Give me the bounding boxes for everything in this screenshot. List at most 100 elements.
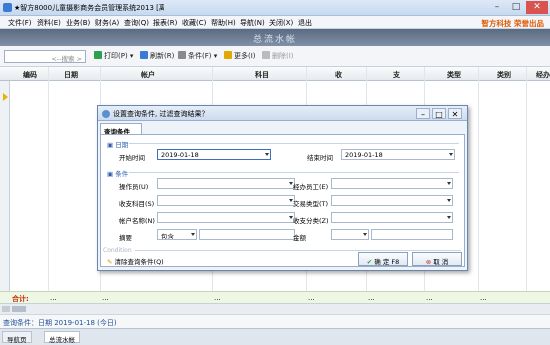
query-dialog: 设置查询条件, 过滤查询结果？ – □ ✕ 查询条件 ▣ 日期 开始时间 201…: [97, 105, 468, 271]
start-time-label: 开始时间: [119, 154, 145, 162]
print-label: 打印(P): [104, 52, 128, 60]
handler-label: 经办员工(E): [293, 183, 329, 191]
summary-row: 合计: ... ... ... ... ... ... ...: [0, 291, 550, 303]
end-time-label: 结束时间: [307, 154, 333, 162]
clear-conditions-button[interactable]: ✎ 清除查询条件(Q): [107, 256, 164, 266]
page-banner: 总流水帐: [0, 29, 550, 46]
col-code[interactable]: 编码: [23, 70, 37, 80]
grid-divider: [478, 67, 479, 291]
tab-ledger[interactable]: 总流水帐: [44, 331, 80, 344]
menu-help[interactable]: 帮助(H): [211, 18, 236, 28]
income-category-label: 收支分类(Z): [293, 217, 329, 225]
col-account[interactable]: 帐户: [141, 70, 155, 80]
chevron-down-icon: [363, 233, 367, 236]
minimize-button[interactable]: –: [488, 1, 506, 14]
close-button[interactable]: ✕: [526, 1, 548, 14]
menu-favorites[interactable]: 收藏(C): [182, 18, 206, 28]
memo-label: 摘要: [119, 234, 132, 242]
memo-input[interactable]: [199, 229, 295, 240]
col-type[interactable]: 类型: [447, 70, 461, 80]
end-date-field[interactable]: 2019-01-18: [341, 149, 455, 160]
footer-caption: Condition: [103, 247, 132, 254]
memo-mode-select[interactable]: 包含: [157, 229, 197, 240]
summary-cell: ...: [480, 294, 487, 302]
chevron-down-icon: [191, 233, 195, 236]
summary-cell: ...: [308, 294, 315, 302]
dialog-title: 设置查询条件, 过滤查询结果？: [113, 110, 209, 118]
dialog-maximize-button[interactable]: □: [432, 108, 446, 119]
print-button[interactable]: 打印(P) ▾: [94, 51, 133, 61]
refresh-icon: [140, 51, 148, 59]
dialog-minimize-button[interactable]: –: [416, 108, 430, 119]
chevron-down-icon: [449, 153, 453, 156]
income-subject-label: 收支科目(S): [119, 200, 155, 208]
income-category-select[interactable]: [331, 212, 453, 223]
grid-header: 编码 日期 帐户 科目 收 支 类型 类别 经办: [0, 67, 550, 81]
start-date-field[interactable]: 2019-01-18: [157, 149, 271, 160]
cancel-icon: ⊗: [425, 258, 432, 266]
print-icon: [94, 51, 102, 59]
ok-button[interactable]: ✔ 确 定 F8: [358, 252, 408, 266]
menu-file[interactable]: 文件(F): [8, 18, 32, 28]
col-date[interactable]: 日期: [64, 70, 78, 80]
toolbar: <--搜索 > 打印(P) ▾ 刷新(R) 条件(F) ▾ 更多(I) 删除(I…: [0, 46, 550, 67]
menu-report[interactable]: 报表(R): [153, 18, 177, 28]
dialog-close-button[interactable]: ✕: [448, 108, 462, 119]
menu-business[interactable]: 业务(B): [66, 18, 90, 28]
summary-cell: ...: [214, 294, 221, 302]
operator-select[interactable]: [157, 178, 295, 189]
income-subject-select[interactable]: [157, 195, 295, 206]
account-name-label: 帐户名称(N): [119, 217, 155, 225]
horizontal-scrollbar[interactable]: [0, 303, 550, 314]
search-input[interactable]: <--搜索 >: [4, 50, 86, 63]
scroll-left-icon[interactable]: [2, 306, 10, 312]
refresh-button[interactable]: 刷新(R): [140, 51, 174, 61]
more-label: 更多(I): [234, 52, 256, 60]
menu-data[interactable]: 资料(E): [37, 18, 61, 28]
current-row-arrow-icon: [3, 93, 8, 101]
delete-button[interactable]: 删除(I): [262, 51, 294, 61]
divider: [129, 172, 459, 173]
filter-button[interactable]: 条件(F) ▾: [178, 51, 217, 61]
clear-conditions-label: 清除查询条件(Q): [114, 258, 164, 266]
delete-label: 删除(I): [272, 52, 294, 60]
more-button[interactable]: 更多(I): [224, 51, 256, 61]
summary-cell: ...: [426, 294, 433, 302]
menu-close[interactable]: 关闭(X): [269, 18, 293, 28]
page-title: 总流水帐: [252, 35, 297, 45]
menu-finance[interactable]: 财务(A): [95, 18, 119, 28]
tab-query-conditions[interactable]: 查询条件: [100, 123, 142, 136]
chevron-down-icon: [447, 216, 451, 219]
cancel-button[interactable]: ⊗ 取 消: [412, 252, 462, 266]
maximize-button[interactable]: □: [507, 1, 525, 14]
summary-cell: ...: [368, 294, 375, 302]
account-name-select[interactable]: [157, 212, 295, 223]
col-expense[interactable]: 支: [393, 70, 400, 80]
tab-navigation[interactable]: 导航页: [2, 331, 32, 344]
handler-select[interactable]: [331, 178, 453, 189]
ok-label: 确 定 F8: [374, 258, 400, 266]
menu-query[interactable]: 查询(Q): [124, 18, 149, 28]
dialog-title-bar: 设置查询条件, 过滤查询结果？ – □ ✕: [98, 106, 467, 121]
col-category[interactable]: 类别: [497, 70, 511, 80]
amount-input[interactable]: [371, 229, 453, 240]
trade-type-select[interactable]: [331, 195, 453, 206]
col-subject[interactable]: 科目: [255, 70, 269, 80]
menu-bar: 文件(F) 资料(E) 业务(B) 财务(A) 查询(Q) 报表(R) 收藏(C…: [0, 16, 550, 29]
delete-icon: [262, 51, 270, 59]
amount-label: 金额: [293, 234, 306, 242]
status-text: 查询条件：日期 2019-01-18 (今日): [3, 319, 117, 327]
condition-section-label: 条件: [115, 170, 129, 178]
amount-operator-select[interactable]: [331, 229, 369, 240]
scroll-thumb[interactable]: [12, 306, 26, 312]
date-section-label: 日期: [115, 141, 129, 149]
menu-navigate[interactable]: 导航(N): [240, 18, 265, 28]
divider: [129, 143, 459, 144]
brand-text: 智方科技 荣誉出品: [481, 19, 544, 28]
summary-cell: ...: [102, 294, 109, 302]
col-handler[interactable]: 经办: [536, 70, 550, 80]
col-income[interactable]: 收: [335, 70, 342, 80]
operator-label: 操作员(U): [119, 183, 149, 191]
menu-exit[interactable]: 退出: [298, 18, 312, 28]
filter-label: 条件(F): [188, 52, 212, 60]
